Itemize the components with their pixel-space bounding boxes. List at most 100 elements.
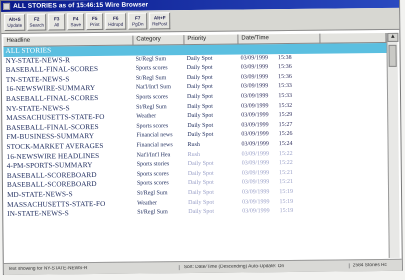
category-cell: Sports scores: [136, 180, 169, 187]
date-text: 03/09/1999: [241, 121, 269, 129]
stories-table: Headline Category Priority Date/Time ALL…: [3, 32, 388, 220]
column-header-spare: [320, 32, 387, 44]
category-cell: Sports scores: [135, 65, 168, 72]
time-text: 15:33: [278, 83, 292, 90]
category-cell: Sports stories: [136, 161, 170, 168]
repost-button[interactable]: Alt+F RePost: [149, 12, 171, 30]
time-text: 15:19: [279, 198, 294, 205]
category-cell: Nat'l/Int'l Sum: [135, 84, 171, 91]
time-text: 15:38: [277, 54, 292, 61]
time-text: 15:32: [278, 102, 293, 109]
priority-cell: Daily Spot: [187, 160, 214, 168]
wire-browser-window: ALL STORIES as of 15:46:15 Wire Browser …: [0, 0, 403, 275]
category-cell: [133, 45, 184, 55]
date-text: 03/09/1999: [241, 160, 270, 167]
date-text: 03/09/1999: [241, 179, 270, 186]
print-button[interactable]: F5 Print: [86, 12, 104, 31]
category-cell: Nat'l/Int'l Hea: [136, 151, 171, 159]
all-label: All: [54, 21, 60, 27]
time-text: 15:21: [279, 179, 293, 186]
priority-cell: Daily Spot: [187, 189, 214, 196]
table-body: ALL STORIES NY-STATE-NEWS-R St/Regl Sum Dai…: [3, 42, 388, 220]
date-text: 03/09/1999: [240, 64, 269, 71]
hdrupd-button[interactable]: F6 Hdrupd: [105, 12, 127, 30]
category-cell: Sports scores: [136, 170, 169, 178]
priority-cell: Daily Spot: [187, 132, 214, 139]
priority-cell: Daily Spot: [187, 170, 214, 177]
time-text: 15:27: [278, 121, 293, 128]
time-text: 15:22: [279, 160, 293, 167]
time-text: 15:36: [278, 64, 292, 71]
window-title: ALL STORIES as of 15:46:15 Wire Browser: [13, 1, 149, 10]
priority-cell: Rush: [187, 141, 200, 148]
toolbar: Alt+S Update F2 Search F3 All F4 Save F5…: [1, 7, 400, 34]
time-text: 15:22: [278, 150, 293, 157]
save-button[interactable]: F4 Save: [67, 13, 85, 31]
status-current-story: Text showing for NY-STATE-NEWS-R: [7, 266, 88, 272]
pgdn-label: PgDn: [131, 20, 144, 27]
time-text: 15:19: [279, 188, 294, 195]
update-button[interactable]: Alt+S Update: [4, 13, 26, 31]
date-text: 03/09/1999: [240, 54, 268, 62]
priority-cell: Daily Spot: [187, 112, 214, 120]
save-label: Save: [70, 21, 82, 27]
category-cell: Financial news: [136, 132, 173, 139]
date-text: 03/09/1999: [241, 131, 269, 138]
all-button[interactable]: F3 All: [48, 13, 66, 31]
priority-cell: [184, 45, 238, 55]
priority-cell: Daily Spot: [186, 64, 213, 72]
priority-cell: Rush: [187, 151, 201, 158]
category-cell: St/Regl Sum: [135, 75, 167, 82]
date-text: 03/09/1999: [242, 198, 270, 205]
date-text: 03/09/1999: [241, 169, 270, 177]
time-text: 15:36: [278, 73, 292, 80]
status-bar: Text showing for NY-STATE-NEWS-R Sort: D…: [3, 258, 402, 275]
category-cell: Weather: [136, 113, 157, 120]
date-text: 03/09/1999: [241, 150, 269, 158]
category-cell: St/Regl Sum: [137, 209, 168, 216]
time-text: 15:24: [278, 140, 293, 148]
priority-cell: Daily Spot: [188, 208, 215, 216]
update-label: Update: [7, 22, 23, 28]
priority-cell: Daily Spot: [186, 84, 213, 91]
column-header-priority[interactable]: Priority: [184, 34, 239, 46]
priority-cell: Daily Spot: [187, 180, 214, 187]
date-text: 03/09/1999: [241, 141, 269, 148]
scroll-up-icon[interactable]: ▲: [387, 32, 399, 42]
priority-cell: Daily Spot: [186, 55, 213, 62]
status-sort: Sort: Date/Time (Descending) Auto-Update…: [178, 263, 349, 271]
column-header-category[interactable]: Category: [133, 35, 185, 46]
date-text: 03/09/1999: [241, 112, 269, 119]
search-label: Search: [29, 22, 45, 28]
time-text: 15:19: [279, 208, 294, 215]
date-text: 03/09/1999: [242, 208, 270, 215]
time-text: 15:33: [278, 92, 293, 100]
category-cell: Sports scores: [135, 94, 168, 101]
status-count: 2584 Stories Rc: [348, 262, 402, 269]
category-cell: St/Regl Sum: [135, 55, 167, 63]
category-cell: St/Regl Sum: [136, 103, 167, 111]
window-menu-icon[interactable]: [3, 2, 11, 10]
date-text: 03/09/1999: [240, 83, 269, 90]
vertical-scrollbar[interactable]: ▲: [386, 32, 400, 258]
pgdn-button[interactable]: F7 PgDn: [128, 12, 148, 30]
priority-cell: Daily Spot: [187, 122, 214, 129]
priority-cell: Daily Spot: [186, 74, 213, 81]
search-button[interactable]: F2 Search: [27, 13, 47, 31]
scroll-thumb[interactable]: [388, 44, 397, 67]
datetime-cell: 03/09/1999 15:19: [240, 207, 322, 217]
date-text: 03/09/1999: [241, 102, 269, 110]
repost-label: RePost: [152, 20, 168, 26]
print-label: Print: [89, 21, 100, 27]
category-cell: Financial news: [136, 142, 173, 149]
category-cell: Sports scores: [136, 122, 169, 130]
time-text: 15:26: [278, 131, 293, 138]
time-text: 15:29: [278, 112, 293, 119]
category-cell: Weather: [137, 199, 158, 207]
date-text: 03/09/1999: [241, 189, 270, 196]
category-cell: St/Regl Sum: [137, 190, 168, 197]
priority-cell: Daily Spot: [186, 93, 213, 101]
hdrupd-label: Hdrupd: [108, 21, 124, 27]
date-text: 03/09/1999: [240, 93, 269, 100]
priority-cell: Daily Spot: [188, 199, 215, 206]
